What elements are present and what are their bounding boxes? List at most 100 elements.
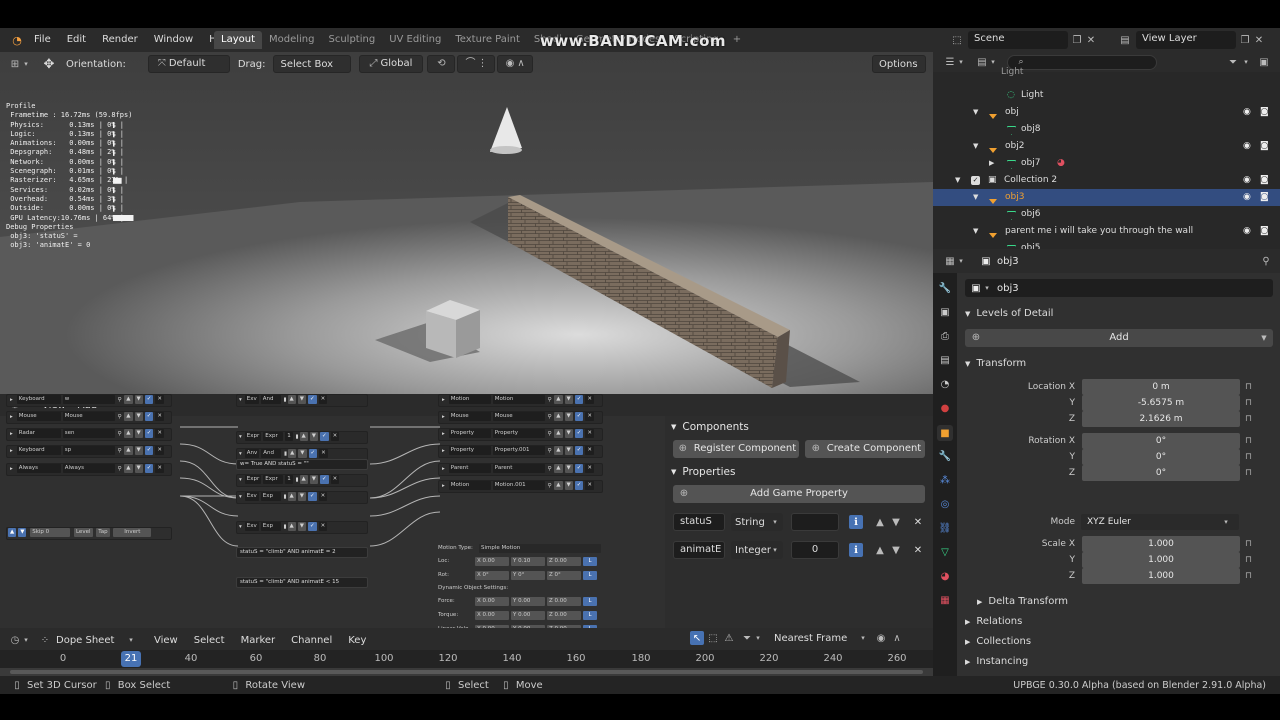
outliner-row[interactable]: ▼ parent me i will take you through the w… xyxy=(933,223,1280,240)
expression-field-2[interactable]: statuS = "climb" AND animatE = 2 xyxy=(236,547,368,558)
snap-toggle[interactable]: ⌒ ⋮ xyxy=(457,55,496,73)
move-up-icon[interactable]: ▲ xyxy=(299,475,308,484)
motion-y-field[interactable]: Y 0.00 xyxy=(511,596,545,606)
move-up-icon[interactable]: ▲ xyxy=(554,395,563,404)
actuator-type[interactable]: Motion xyxy=(448,395,491,404)
state-checkbox[interactable]: ✓ xyxy=(308,449,318,458)
transform-orientation-dropdown[interactable]: ⤢ Global xyxy=(359,55,424,73)
move-down-icon[interactable]: ▼ xyxy=(309,432,318,441)
menu-window[interactable]: Window xyxy=(146,28,201,52)
view-layer-copy-icon[interactable]: ❐ xyxy=(1238,33,1252,47)
render-camera-icon[interactable]: ◙ xyxy=(1260,172,1269,189)
sensor-type[interactable]: Always xyxy=(16,464,61,473)
lock-icon[interactable]: ⊓ xyxy=(1245,555,1255,565)
lock-icon[interactable]: ⊓ xyxy=(1245,436,1255,446)
workspace-tab-texture-paint[interactable]: Texture Paint xyxy=(448,31,527,49)
dope-menu-channel[interactable]: Channel xyxy=(291,635,332,646)
move-down-icon[interactable]: ▼ xyxy=(297,395,307,404)
remove-icon[interactable]: ✕ xyxy=(585,464,594,473)
view-layer-field[interactable]: View Layer xyxy=(1136,31,1236,49)
remove-icon[interactable]: ✕ xyxy=(155,446,164,455)
current-frame-indicator[interactable]: 21 xyxy=(121,651,141,667)
controller-name[interactable]: Expr xyxy=(263,432,284,441)
remove-icon[interactable]: ✕ xyxy=(585,429,594,438)
bookmark-icon[interactable]: ▮ xyxy=(284,397,287,403)
proportional-edit-icon[interactable]: ◉ xyxy=(874,631,888,645)
properties-tab-texture-icon[interactable]: ▦ xyxy=(938,593,952,607)
pivot-dropdown[interactable]: ⟲ xyxy=(427,55,456,73)
remove-icon[interactable]: ✕ xyxy=(330,432,340,441)
lock-icon[interactable]: ⊓ xyxy=(1245,398,1255,408)
visibility-eye-icon[interactable]: ◉ xyxy=(1243,172,1251,189)
move-up-icon[interactable]: ▲ xyxy=(554,464,563,473)
visibility-eye-icon[interactable]: ◉ xyxy=(1243,189,1251,206)
motion-z-field[interactable]: Z 0.00 xyxy=(547,610,581,620)
expand-arrow-icon[interactable]: ▸ xyxy=(10,414,13,420)
move-down-icon[interactable]: ▼ xyxy=(134,429,143,438)
sensor-name[interactable]: w xyxy=(62,395,115,404)
lock-icon[interactable]: ⊓ xyxy=(1245,571,1255,581)
state-checkbox[interactable]: ✓ xyxy=(574,429,584,438)
state-checkbox[interactable]: ✓ xyxy=(574,481,584,490)
move-down-icon[interactable]: ▼ xyxy=(297,492,307,501)
dope-sheet-mode-dropdown[interactable]: ⁘ Dope Sheet ▾ xyxy=(38,633,138,647)
blender-logo-icon[interactable]: ◔ xyxy=(10,33,24,47)
controller-brick[interactable]: ▾ Exv Exp ▮ ▲ ▼ ✓ ✕ xyxy=(236,521,368,534)
move-up-icon[interactable]: ▲ xyxy=(299,432,308,441)
outliner-row[interactable]: ▼ obj3 ◉ ◙ xyxy=(933,189,1280,206)
dope-sheet[interactable]: ◷ ▾ ⁘ Dope Sheet ▾ View Select Marker Chann… xyxy=(0,628,933,676)
outliner-editor-icon[interactable]: ☰ xyxy=(943,55,957,69)
remove-icon[interactable]: ✕ xyxy=(585,481,594,490)
bookmark-icon[interactable]: ▮ xyxy=(284,451,287,457)
options-dropdown[interactable]: Options xyxy=(872,55,926,73)
move-down-icon[interactable]: ▼ xyxy=(889,515,903,529)
properties-tab-world-icon[interactable]: ● xyxy=(938,401,952,415)
move-up-icon[interactable]: ▲ xyxy=(554,446,563,455)
local-toggle[interactable]: L xyxy=(583,596,597,606)
controller-type[interactable]: Anv xyxy=(244,449,260,458)
lod-panel-header[interactable]: ▼ Levels of Detail xyxy=(965,304,1273,324)
controller-state-number[interactable]: 1 xyxy=(285,475,293,484)
editor-type-icon[interactable]: ⊞ xyxy=(8,57,22,71)
sensor-brick[interactable]: ▸ Radar sen ⚲ ▲ ▼ ✓ ✕ xyxy=(6,428,172,441)
remove-icon[interactable]: ✕ xyxy=(155,412,164,421)
move-up-icon[interactable]: ▲ xyxy=(554,429,563,438)
pin-icon[interactable]: ⚲ xyxy=(548,414,552,420)
state-checkbox[interactable]: ✓ xyxy=(574,464,584,473)
expand-arrow-icon[interactable]: ▾ xyxy=(239,494,242,500)
game-property-name[interactable]: animatE xyxy=(673,541,725,559)
move-down-icon[interactable]: ▼ xyxy=(134,395,143,404)
transform-value-field[interactable]: 0° xyxy=(1082,465,1240,481)
level-button[interactable]: Level xyxy=(73,528,93,537)
properties-editor-icon[interactable]: ▦ xyxy=(943,254,957,268)
remove-icon[interactable]: ✕ xyxy=(319,449,328,458)
skip-field[interactable]: Skip 0 xyxy=(30,528,71,537)
expand-arrow-icon[interactable]: ▾ xyxy=(239,451,242,457)
expand-arrow-icon[interactable]: ▸ xyxy=(442,466,445,472)
outliner[interactable]: ☰ ▾ ▤ ▾ ⌕ ⏷ ▾ ▣ Light ◌ Light ▼ obj ◉ ◙ obj8 ▼ ob… xyxy=(933,52,1280,249)
move-up-icon[interactable]: ▲ xyxy=(124,395,133,404)
pulse-true-button[interactable]: ▲ xyxy=(8,528,17,537)
workspace-tab-modeling[interactable]: Modeling xyxy=(262,31,322,49)
pin-icon[interactable]: ⚲ xyxy=(118,397,122,403)
motion-z-field[interactable]: Z 0.00 xyxy=(547,556,581,566)
workspace-tab-uv-editing[interactable]: UV Editing xyxy=(382,31,448,49)
actuator-brick[interactable]: ▸ Property Property.001 ⚲ ▲ ▼ ✓ ✕ xyxy=(438,445,603,458)
transform-gizmo-icon[interactable]: ✥ xyxy=(42,57,56,72)
state-checkbox[interactable]: ✓ xyxy=(308,395,317,404)
properties-tab-render-icon[interactable]: ▣ xyxy=(938,305,952,319)
lock-icon[interactable]: ⊓ xyxy=(1245,382,1255,392)
outliner-search-input[interactable]: ⌕ xyxy=(1007,54,1157,70)
motion-type-dropdown[interactable]: Simple Motion xyxy=(479,543,601,553)
controller-name[interactable]: And xyxy=(261,449,282,458)
expand-arrow-icon[interactable]: ▸ xyxy=(442,448,445,454)
move-up-icon[interactable]: ▲ xyxy=(873,515,887,529)
motion-z-field[interactable]: Z 0.00 xyxy=(547,596,581,606)
filter-icon[interactable]: ⏷ xyxy=(740,631,754,645)
properties-tab-physics-icon[interactable]: ◎ xyxy=(938,497,952,511)
state-checkbox[interactable]: ✓ xyxy=(574,395,584,404)
outliner-row[interactable]: ▶ obj7 ◕ xyxy=(933,155,1280,172)
add-workspace-button[interactable]: + xyxy=(726,31,748,49)
move-up-icon[interactable]: ▲ xyxy=(124,446,133,455)
controller-name[interactable]: Exp xyxy=(260,492,281,501)
